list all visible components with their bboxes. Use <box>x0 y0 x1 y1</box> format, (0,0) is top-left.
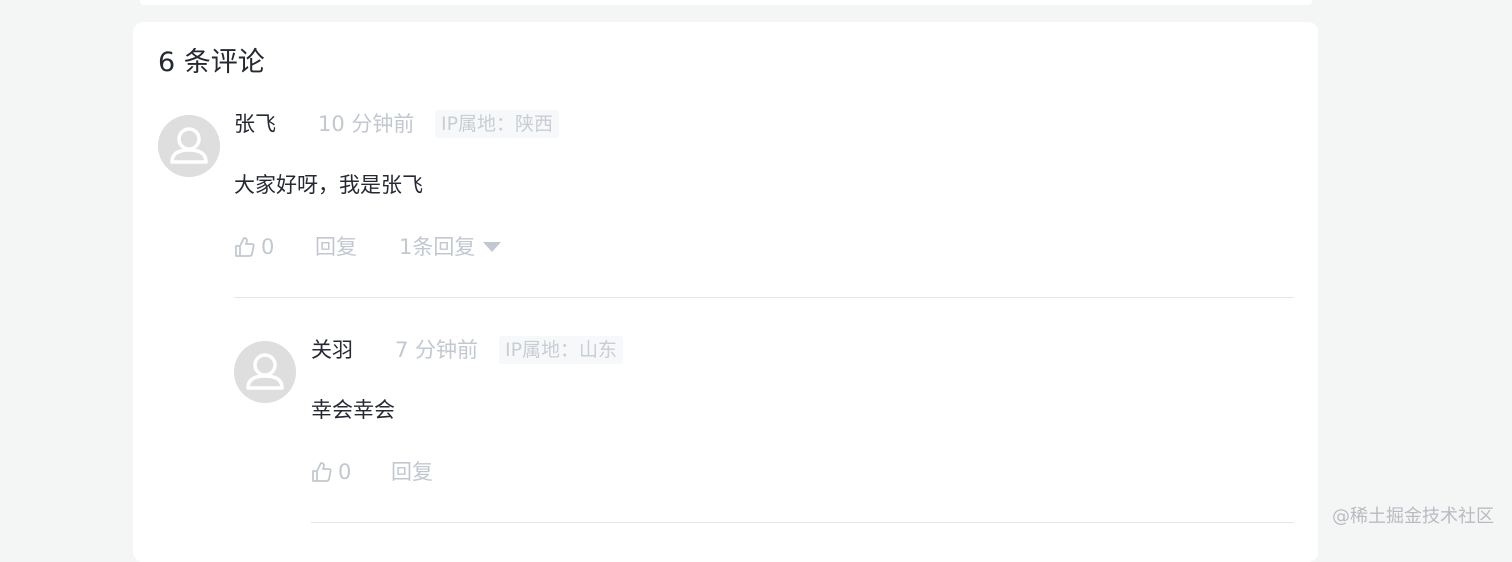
comment-time: 10 分钟前 <box>318 112 415 136</box>
reply-button[interactable]: 回复 <box>391 458 433 486</box>
ip-location-badge: IP属地：陕西 <box>435 110 560 138</box>
comment-author[interactable]: 张飞 <box>234 110 276 138</box>
like-button[interactable]: 0 <box>311 458 351 486</box>
comment-divider <box>234 297 1294 298</box>
reply-author[interactable]: 关羽 <box>311 336 353 364</box>
user-avatar-icon[interactable] <box>158 115 220 177</box>
caret-down-icon <box>483 242 502 252</box>
replies-count-label: 1条回复 <box>399 235 476 259</box>
expand-replies-button[interactable]: 1条回复 <box>399 233 502 261</box>
like-button[interactable]: 0 <box>234 233 274 261</box>
reply-divider <box>311 522 1294 523</box>
like-count: 0 <box>338 460 352 484</box>
comment-section: 6 条评论 张飞 10 分钟前 IP属地：陕西 大家好呀，我是张飞 0 回复 1… <box>133 22 1318 562</box>
like-count: 0 <box>261 235 275 259</box>
reply-button[interactable]: 回复 <box>315 233 357 261</box>
previous-card-edge <box>140 0 1312 5</box>
reply-content: 幸会幸会 <box>311 398 395 422</box>
thumbs-up-icon <box>311 461 333 483</box>
site-watermark: @稀土掘金技术社区 <box>1332 506 1494 527</box>
comment-content: 大家好呀，我是张飞 <box>234 173 423 197</box>
comment-count-heading: 6 条评论 <box>158 47 265 78</box>
ip-location-badge: IP属地：山东 <box>499 336 624 364</box>
user-avatar-icon[interactable] <box>234 341 296 403</box>
reply-time: 7 分钟前 <box>395 338 479 362</box>
thumbs-up-icon <box>234 236 256 258</box>
